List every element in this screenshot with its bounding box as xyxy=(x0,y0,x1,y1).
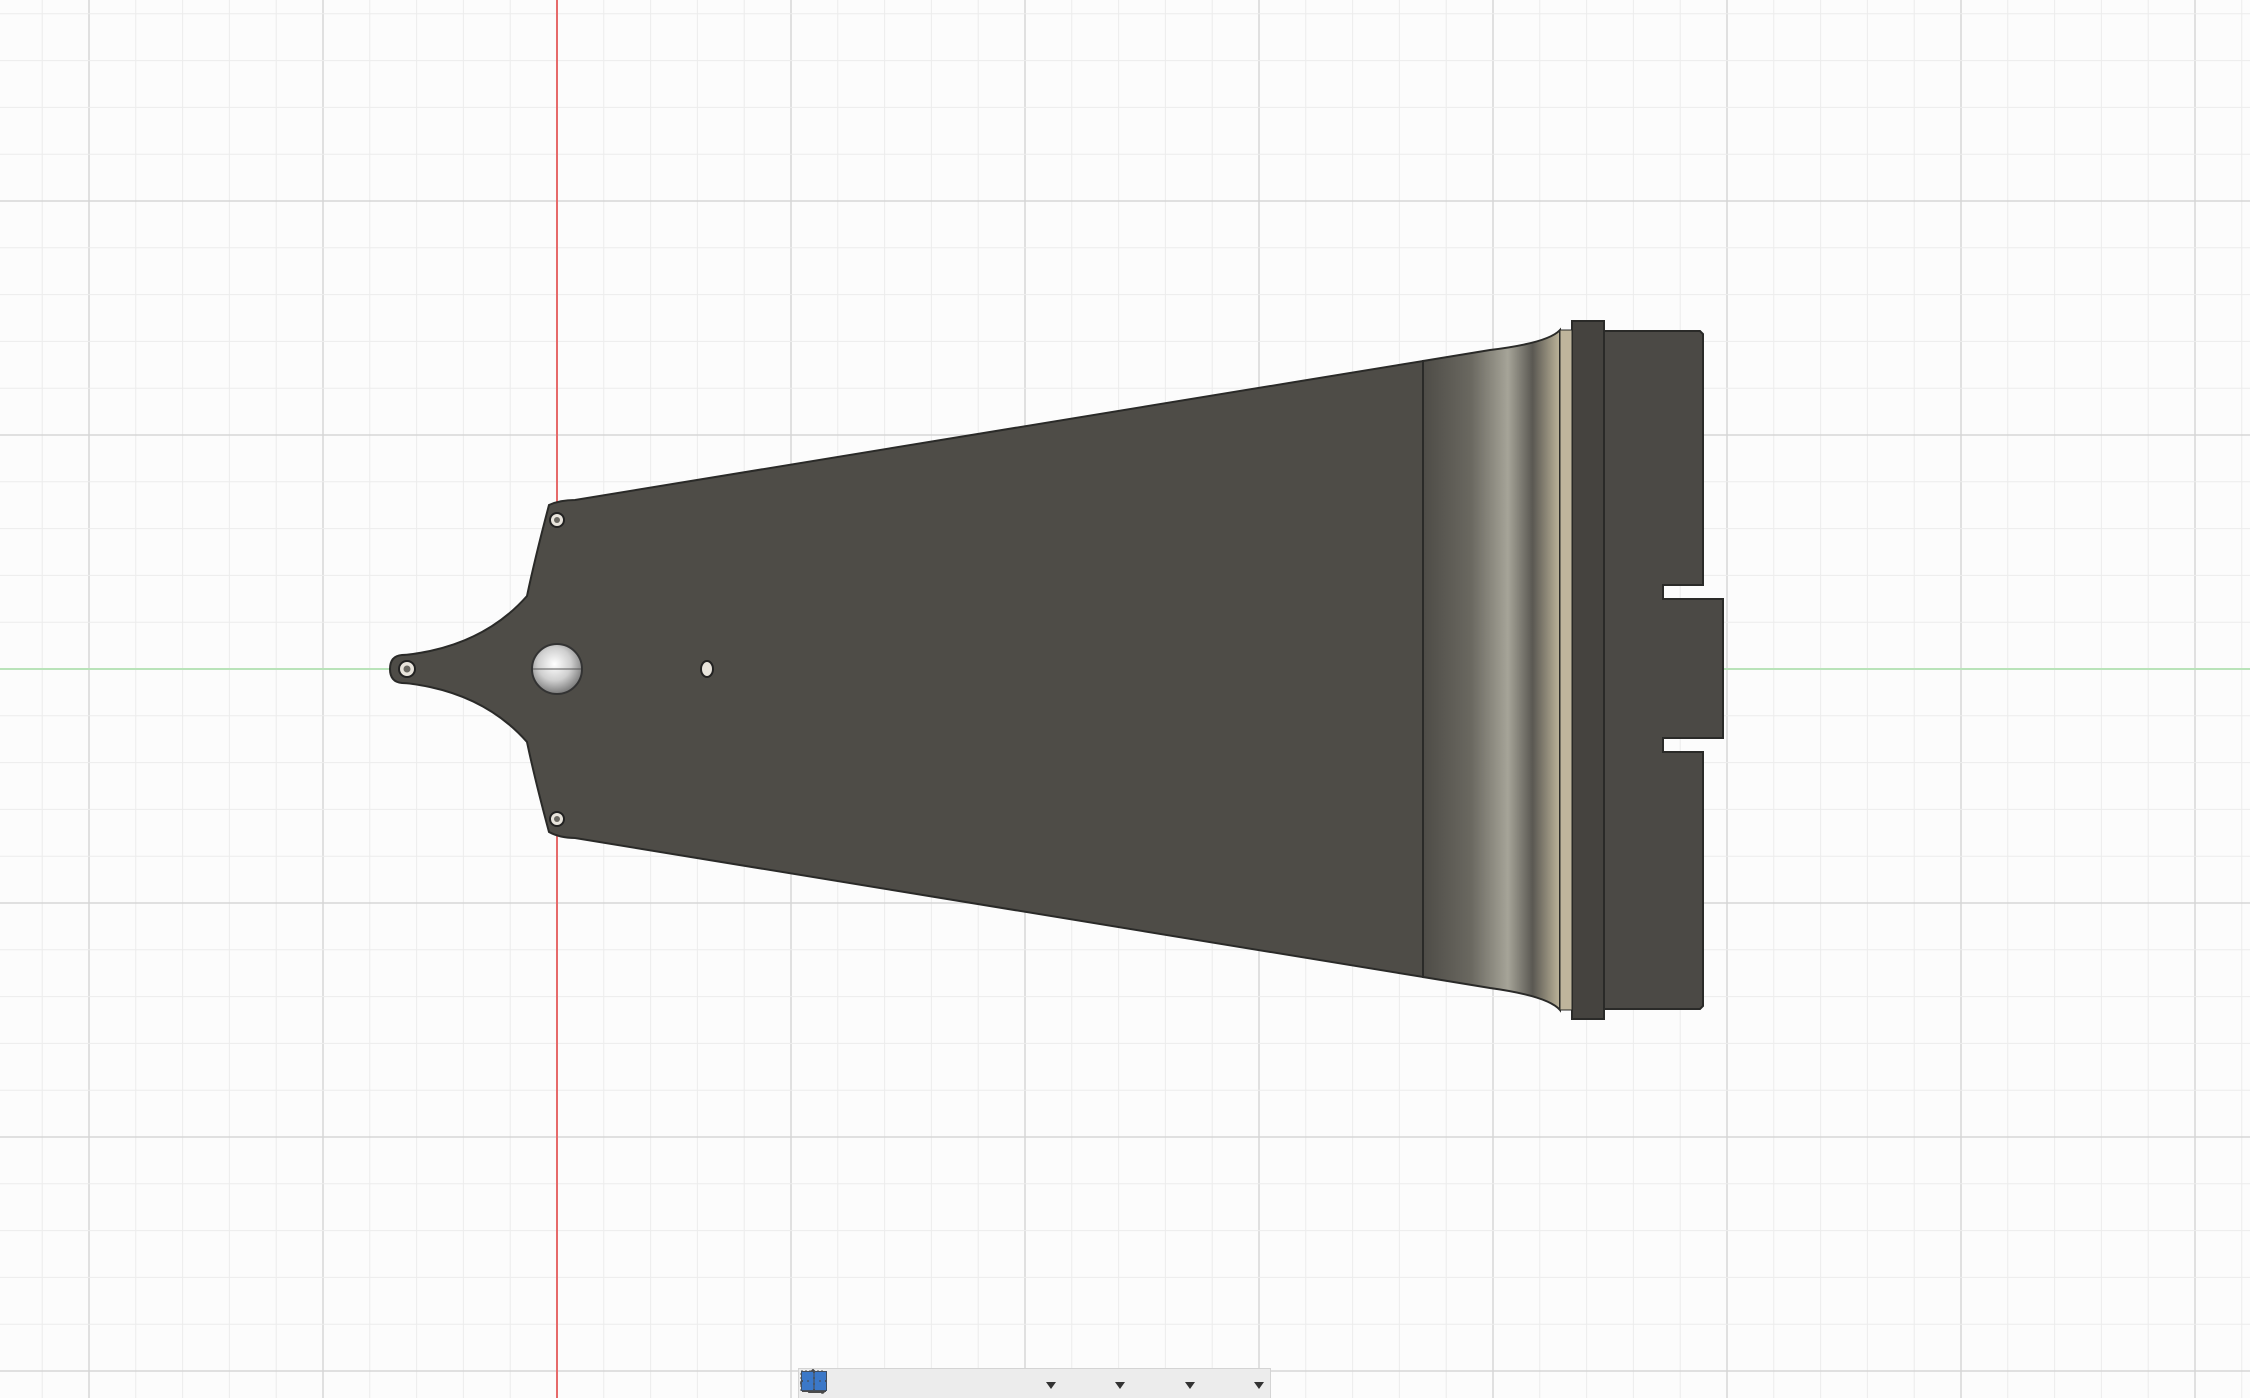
flared-end xyxy=(1422,327,1561,1013)
small-hole xyxy=(700,660,714,678)
chevron-down-icon xyxy=(1184,1382,1195,1389)
model-body[interactable] xyxy=(388,320,1724,1020)
flange xyxy=(1571,320,1605,1020)
viewports-icon xyxy=(802,1372,826,1390)
chevron-down-icon xyxy=(1046,1382,1057,1389)
model-viewport[interactable] xyxy=(0,0,2250,1398)
viewports-button[interactable] xyxy=(802,1370,1264,1398)
navigation-bar xyxy=(798,1368,1271,1398)
chevron-down-icon xyxy=(1253,1382,1264,1389)
model-canvas[interactable] xyxy=(0,0,2250,1398)
grid-snap-button[interactable] xyxy=(801,1370,1195,1398)
chevron-down-icon xyxy=(1115,1382,1126,1389)
display-settings-button[interactable] xyxy=(801,1370,1126,1398)
zoom-window-button[interactable] xyxy=(800,1370,1057,1398)
rear-block xyxy=(1603,330,1724,1010)
